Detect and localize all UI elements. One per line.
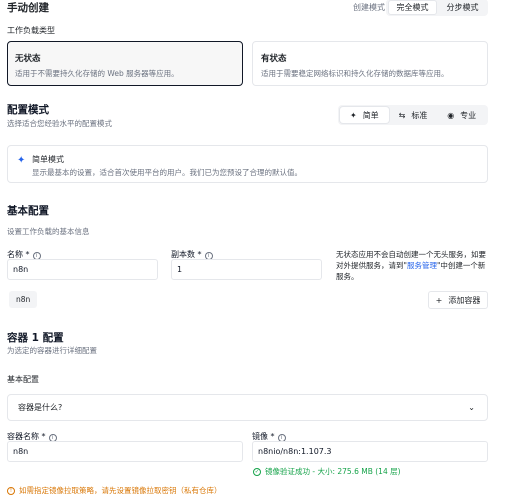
standard-mode-button[interactable]: ⇆ 标准	[389, 107, 438, 123]
pull-policy-warning: ! 如需指定镜像拉取策略，请先设置镜像拉取密钥（私有仓库）	[7, 485, 222, 496]
config-mode-title: 配置模式	[7, 104, 49, 116]
container-basic-label: 基本配置	[7, 375, 39, 384]
standard-mode-label: 标准	[411, 110, 428, 120]
check-circle-icon: ✓	[253, 467, 261, 476]
play-icon: ◉	[447, 110, 455, 120]
basic-config-title: 基本配置	[7, 205, 49, 217]
service-note: 无状态应用不会自动创建一个无头服务，如要对外提供服务，请到"服务管理"中创建一个…	[336, 249, 488, 282]
container-config-subtitle: 为选定的容器进行详细配置	[7, 346, 97, 355]
sparkle-icon: ✦	[17, 155, 26, 166]
image-label-text: 镜像 *	[252, 432, 275, 441]
container-name-input[interactable]: n8n	[7, 441, 243, 462]
plus-icon: +	[435, 295, 443, 305]
stateful-desc: 适用于需要稳定网络标识和持久化存储的数据库等应用。	[261, 69, 449, 78]
simple-mode-info-desc: 显示最基本的设置，适合首次使用平台的用户。我们已为您预设了合理的默认值。	[32, 168, 302, 177]
simple-mode-info-title: 简单模式	[32, 155, 64, 164]
stateful-title: 有状态	[261, 54, 287, 64]
sliders-icon: ⇆	[398, 110, 406, 120]
pull-policy-warning-text: 如需指定镜像拉取策略，请先设置镜像拉取密钥（私有仓库）	[19, 486, 222, 495]
container-config-title: 容器 1 配置	[7, 332, 64, 344]
full-mode-button[interactable]: 完全模式	[388, 0, 437, 15]
page-title: 手动创建	[7, 2, 49, 14]
stateless-card[interactable]: 无状态 适用于不需要持久化存储的 Web 服务器等应用。	[7, 41, 243, 86]
simple-mode-button[interactable]: ✦ 简单	[340, 107, 389, 123]
creation-mode-label: 创建模式	[353, 3, 385, 12]
container-faq-question: 容器是什么?	[18, 403, 63, 412]
workload-type-label: 工作负载类型	[7, 26, 55, 35]
sparkle-icon: ✦	[349, 110, 357, 120]
step-mode-button[interactable]: 分步模式	[439, 0, 486, 15]
warning-icon: !	[7, 486, 15, 495]
config-mode-toggle: ✦ 简单 ⇆ 标准 ◉ 专业	[338, 105, 488, 125]
stateless-title: 无状态	[15, 54, 41, 64]
container-name-label-text: 容器名称 *	[7, 432, 46, 441]
simple-mode-label: 简单	[362, 110, 379, 120]
container-faq-accordion[interactable]: 容器是什么? ⌄	[7, 394, 488, 421]
image-status-text: 镜像验证成功 - 大小: 275.6 MB (14 层)	[265, 467, 401, 476]
add-container-button[interactable]: + 添加容器	[428, 291, 488, 309]
stateless-desc: 适用于不需要持久化存储的 Web 服务器等应用。	[15, 69, 179, 78]
config-mode-subtitle: 选择适合您经验水平的配置模式	[7, 119, 112, 128]
add-container-label: 添加容器	[448, 295, 481, 305]
basic-config-subtitle: 设置工作负载的基本信息	[7, 227, 90, 236]
image-input[interactable]: n8nio/n8n:1.107.3	[252, 441, 488, 462]
name-label-text: 名称 *	[7, 250, 30, 259]
pro-mode-label: 专业	[460, 110, 477, 120]
image-status: ✓ 镜像验证成功 - 大小: 275.6 MB (14 层)	[253, 466, 401, 477]
chevron-down-icon: ⌄	[468, 403, 475, 412]
pro-mode-button[interactable]: ◉ 专业	[437, 107, 486, 123]
replicas-input[interactable]: 1	[171, 259, 322, 280]
name-input[interactable]: n8n	[7, 259, 158, 280]
service-management-link[interactable]: 服务管理	[407, 261, 437, 270]
simple-mode-info: ✦ 简单模式 显示最基本的设置，适合首次使用平台的用户。我们已为您预设了合理的默…	[7, 145, 488, 183]
replicas-label-text: 副本数 *	[171, 250, 202, 259]
stateful-card[interactable]: 有状态 适用于需要稳定网络标识和持久化存储的数据库等应用。	[252, 41, 488, 86]
container-chip[interactable]: n8n	[9, 291, 38, 308]
